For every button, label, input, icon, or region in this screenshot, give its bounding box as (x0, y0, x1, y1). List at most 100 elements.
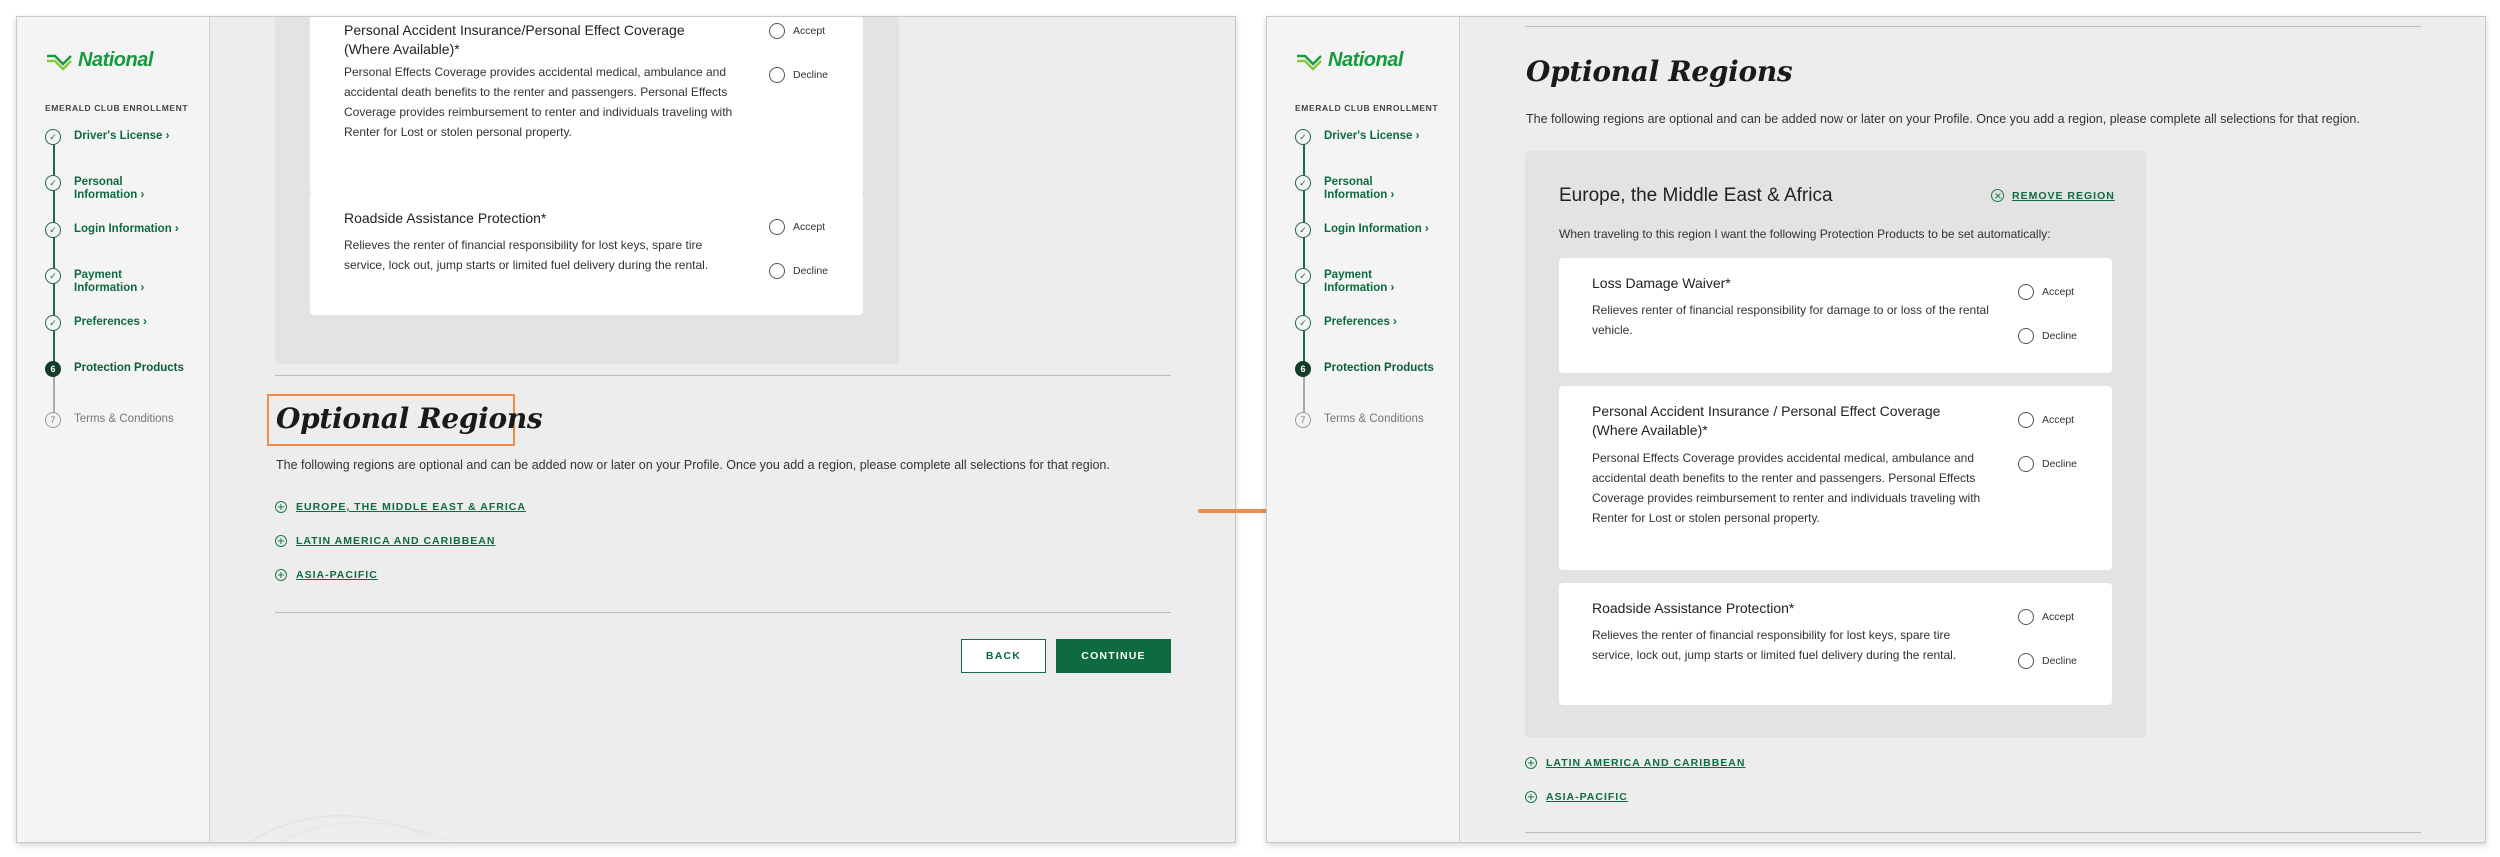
section-divider (1525, 26, 2421, 27)
national-logo-mark-icon (1297, 54, 1322, 71)
radio-label: Accept (793, 25, 826, 37)
national-logo[interactable]: National (1295, 49, 1403, 72)
step-login-information[interactable]: ✓ Login Information › (1295, 222, 1434, 238)
region-link-text: ASIA-PACIFIC (1546, 791, 1628, 803)
plus-circle-icon (275, 535, 287, 547)
step-login-information[interactable]: ✓ Login Information › (45, 222, 184, 238)
product-description: Relieves the renter of financial respons… (344, 238, 709, 272)
product-title: Roadside Assistance Protection* (1592, 600, 1795, 616)
add-region-asia-pacific-link[interactable]: ASIA-PACIFIC (1525, 791, 1628, 803)
accept-radio[interactable]: Accept (769, 23, 825, 39)
step-label: Preferences › (74, 316, 147, 328)
radio-label: Decline (2042, 330, 2078, 342)
radio-circle[interactable] (2018, 328, 2034, 344)
step-protection-products: 6 Protection Products (1295, 361, 1434, 377)
step-payment-information[interactable]: ✓ Payment Information › (45, 268, 184, 295)
decline-radio[interactable]: Decline (2018, 653, 2077, 669)
region-link-text: EUROPE, THE MIDDLE EAST & AFRICA (296, 501, 526, 513)
product-title: Personal Accident Insurance/Personal Eff… (344, 22, 685, 57)
after-screen: National EMERALD CLUB ENROLLMENT ✓ Drive… (1266, 16, 2486, 843)
radio-label: Accept (793, 221, 826, 233)
back-button[interactable]: BACK (961, 639, 1046, 673)
radio-circle[interactable] (769, 219, 785, 235)
radio-circle[interactable] (769, 67, 785, 83)
step-label: Terms & Conditions (1324, 413, 1424, 425)
radio-circle[interactable] (2018, 653, 2034, 669)
section-divider (275, 612, 1171, 613)
check-icon: ✓ (1295, 222, 1311, 238)
region-link-text: LATIN AMERICA AND CARIBBEAN (296, 535, 496, 547)
radio-circle[interactable] (2018, 412, 2034, 428)
before-screen: National EMERALD CLUB ENROLLMENT ✓ Drive… (16, 16, 1236, 843)
region-note: When traveling to this region I want the… (1559, 227, 2051, 241)
check-icon: ✓ (1295, 175, 1311, 191)
step-number-badge: 6 (45, 361, 61, 377)
radio-label: Decline (2042, 458, 2078, 470)
accept-radio[interactable]: Accept (769, 219, 825, 235)
radio-circle[interactable] (769, 263, 785, 279)
radio-circle[interactable] (769, 23, 785, 39)
enrollment-title: EMERALD CLUB ENROLLMENT (45, 103, 189, 113)
plus-circle-icon (1525, 791, 1537, 803)
plus-circle-icon (1525, 757, 1537, 769)
step-label: Terms & Conditions (74, 413, 174, 425)
step-number-badge: 7 (1295, 412, 1311, 428)
plus-circle-icon (275, 501, 287, 513)
step-label: Payment Information › (1324, 269, 1395, 294)
decline-radio[interactable]: Decline (769, 263, 828, 279)
product-title: Roadside Assistance Protection* (344, 210, 547, 226)
step-personal-information[interactable]: ✓ Personal Information › (45, 175, 184, 202)
product-description: Relieves the renter of financial respons… (1592, 628, 1957, 662)
radio-label: Decline (2042, 655, 2078, 667)
step-label: Driver's License › (74, 130, 170, 142)
national-logo[interactable]: National (45, 49, 153, 72)
step-label: Login Information › (74, 223, 179, 235)
step-label: Protection Products (1324, 362, 1434, 374)
intro-text: The following regions are optional and c… (276, 458, 1110, 472)
radio-circle[interactable] (2018, 456, 2034, 472)
step-preferences[interactable]: ✓ Preferences › (1295, 315, 1434, 331)
add-region-emea-link[interactable]: EUROPE, THE MIDDLE EAST & AFRICA (275, 501, 526, 513)
decline-radio[interactable]: Decline (2018, 328, 2077, 344)
remove-region-text: REMOVE REGION (2012, 189, 2115, 202)
product-description: Relieves renter of financial responsibil… (1592, 303, 1989, 337)
check-icon: ✓ (1295, 129, 1311, 145)
accept-radio[interactable]: Accept (2018, 284, 2074, 300)
background-decoration (249, 814, 451, 842)
page-title: Optional Regions (1526, 55, 1793, 88)
continue-button[interactable]: CONTINUE (1056, 639, 1171, 673)
main-content: Optional Regions The following regions a… (1460, 17, 2485, 842)
product-card-roadside-assistance: Roadside Assistance Protection* Relieves… (310, 193, 863, 315)
close-circle-icon (1991, 189, 2004, 202)
remove-region-link[interactable]: REMOVE REGION (1991, 189, 2115, 202)
radio-label: Accept (2042, 414, 2075, 426)
intro-text: The following regions are optional and c… (1526, 112, 2360, 126)
radio-circle[interactable] (2018, 284, 2034, 300)
national-logo-text: National (78, 49, 153, 71)
step-payment-information[interactable]: ✓ Payment Information › (1295, 268, 1434, 295)
decline-radio[interactable]: Decline (2018, 456, 2077, 472)
step-label: Payment Information › (74, 269, 145, 294)
product-description: Personal Effects Coverage provides accid… (1592, 451, 1981, 525)
step-personal-information[interactable]: ✓ Personal Information › (1295, 175, 1434, 202)
product-description: Personal Effects Coverage provides accid… (344, 65, 733, 139)
step-preferences[interactable]: ✓ Preferences › (45, 315, 184, 331)
accept-radio[interactable]: Accept (2018, 609, 2074, 625)
radio-circle[interactable] (2018, 609, 2034, 625)
sidebar: National EMERALD CLUB ENROLLMENT ✓ Drive… (17, 17, 210, 842)
accept-radio[interactable]: Accept (2018, 412, 2074, 428)
step-drivers-license[interactable]: ✓ Driver's License › (45, 129, 184, 145)
radio-label: Decline (793, 265, 829, 277)
progress-line (53, 137, 55, 369)
page-title: Optional Regions (276, 402, 543, 435)
region-title: Europe, the Middle East & Africa (1559, 185, 1833, 206)
decline-radio[interactable]: Decline (769, 67, 828, 83)
add-region-asia-pacific-link[interactable]: ASIA-PACIFIC (275, 569, 378, 581)
add-region-latin-america-link[interactable]: LATIN AMERICA AND CARIBBEAN (1525, 757, 1745, 769)
national-logo-mark-icon (47, 54, 72, 71)
step-drivers-license[interactable]: ✓ Driver's License › (1295, 129, 1434, 145)
step-number-badge: 7 (45, 412, 61, 428)
enrollment-title: EMERALD CLUB ENROLLMENT (1295, 103, 1439, 113)
add-region-latin-america-link[interactable]: LATIN AMERICA AND CARIBBEAN (275, 535, 495, 547)
step-terms-conditions: 7 Terms & Conditions (45, 412, 184, 428)
